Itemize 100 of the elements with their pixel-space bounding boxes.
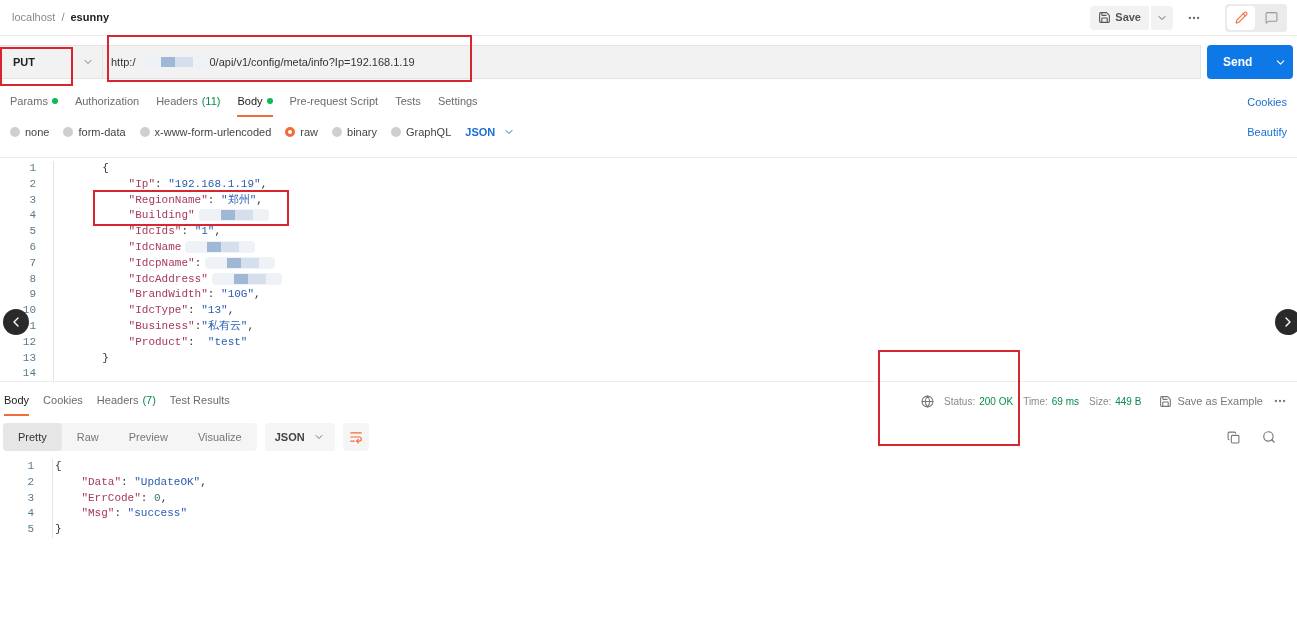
line-number: 2 bbox=[27, 475, 34, 488]
tab-label: Headers bbox=[96, 392, 139, 408]
code-punctuation: : bbox=[181, 224, 190, 240]
json-key: "IdcType" bbox=[128, 303, 189, 319]
code-punctuation: : bbox=[155, 176, 163, 192]
brace: } bbox=[55, 522, 62, 538]
body-type-radio[interactable]: binary bbox=[332, 123, 378, 141]
line-number: 3 bbox=[27, 491, 34, 504]
workspace-name[interactable]: localhost bbox=[12, 9, 56, 26]
code-punctuation: : bbox=[140, 490, 149, 506]
line-number: 14 bbox=[22, 367, 36, 380]
wrap-button[interactable] bbox=[342, 423, 369, 451]
cookies-link[interactable]: Cookies bbox=[1247, 93, 1287, 111]
code-punctuation: : bbox=[121, 474, 129, 490]
tab[interactable]: Pre-request Script bbox=[289, 86, 379, 118]
code-punctuation: , bbox=[247, 318, 255, 334]
body-type-radio[interactable]: GraphQL bbox=[391, 123, 452, 141]
tab-count: (11) bbox=[201, 93, 221, 109]
meta-value: 69 ms bbox=[1051, 394, 1079, 409]
code-punctuation: , bbox=[200, 474, 207, 490]
blurred-region bbox=[211, 271, 282, 286]
pencil-icon bbox=[1234, 11, 1248, 24]
format-dropdown[interactable]: JSON bbox=[465, 123, 516, 141]
blurred-region bbox=[205, 255, 276, 270]
line-number: 4 bbox=[29, 209, 36, 222]
tab[interactable]: Params bbox=[10, 86, 58, 118]
save-button[interactable]: Save bbox=[1090, 5, 1149, 30]
body-type-radio[interactable]: x-www-form-urlencoded bbox=[139, 123, 272, 141]
url-text: http:/ bbox=[111, 54, 136, 70]
view-mode-tab[interactable]: Preview bbox=[113, 423, 183, 451]
code-punctuation: , bbox=[254, 287, 261, 303]
code-punctuation: : bbox=[114, 506, 122, 522]
line-number: 5 bbox=[29, 225, 36, 238]
code-punctuation: : bbox=[207, 287, 216, 303]
view-mode-tab[interactable]: Visualize bbox=[182, 423, 257, 451]
code-punctuation: : bbox=[194, 318, 202, 334]
url-field[interactable]: http:/ 0/api/v1/config/meta/info?Ip=192.168.1.19 bbox=[103, 45, 1201, 79]
blurred-region bbox=[198, 208, 269, 223]
request-name: esunny bbox=[70, 10, 109, 26]
code-punctuation: : bbox=[188, 334, 196, 350]
body-type-radio[interactable]: none bbox=[10, 123, 50, 141]
tab[interactable]: Body bbox=[4, 385, 30, 417]
tab-label: Tests bbox=[395, 93, 421, 109]
format-dropdown[interactable]: JSON bbox=[264, 423, 335, 451]
tab[interactable]: Settings bbox=[437, 86, 478, 118]
tab-label: Test Results bbox=[169, 392, 230, 408]
json-key: "IdcName bbox=[128, 240, 182, 256]
body-type-radio[interactable]: raw bbox=[285, 123, 319, 141]
code-punctuation: , bbox=[260, 176, 268, 192]
tab-label: Params bbox=[10, 93, 48, 109]
meta-label: Size: bbox=[1089, 394, 1112, 409]
code-punctuation: : bbox=[194, 255, 202, 271]
globe-icon[interactable] bbox=[921, 394, 935, 408]
line-number: 1 bbox=[29, 162, 36, 174]
tab-count: (7) bbox=[142, 392, 156, 408]
tab[interactable]: Authorization bbox=[74, 86, 140, 118]
comment-icon bbox=[1264, 11, 1278, 24]
tab-label: Pre-request Script bbox=[289, 93, 379, 109]
meta-label: Time: bbox=[1023, 394, 1048, 409]
view-mode-tab[interactable]: Raw bbox=[61, 423, 114, 451]
meta-label: Status: bbox=[944, 394, 976, 409]
tab-label: Headers bbox=[156, 93, 198, 109]
breadcrumb-separator: / bbox=[61, 10, 65, 26]
next-button[interactable] bbox=[1275, 309, 1297, 335]
json-value: "私有云" bbox=[201, 318, 248, 334]
brace: { bbox=[102, 161, 109, 176]
json-value: "郑州" bbox=[221, 192, 257, 208]
json-key: "Ip" bbox=[128, 176, 155, 193]
send-button[interactable]: Send bbox=[1207, 45, 1293, 79]
edit-button[interactable] bbox=[1227, 5, 1255, 30]
tab[interactable]: Cookies bbox=[43, 385, 83, 417]
json-key: "IdcAddress" bbox=[128, 271, 208, 288]
copy-icon[interactable] bbox=[1227, 430, 1240, 444]
code-punctuation: : bbox=[207, 192, 216, 208]
line-number: 1 bbox=[29, 319, 36, 332]
tab-label: Authorization bbox=[74, 93, 140, 109]
line-number: 5 bbox=[27, 523, 34, 536]
line-number: 13 bbox=[22, 351, 36, 364]
line-number: 3 bbox=[29, 193, 36, 206]
method-select[interactable]: PUT bbox=[0, 45, 103, 79]
line-number: 1 bbox=[27, 460, 34, 472]
tab[interactable]: Headers (7) bbox=[96, 385, 156, 417]
code-punctuation: : bbox=[188, 303, 196, 319]
code-punctuation: , bbox=[214, 224, 222, 240]
brace: } bbox=[102, 350, 109, 366]
line-number: 9 bbox=[29, 288, 36, 301]
brace: { bbox=[55, 459, 62, 474]
json-key: "ErrCode" bbox=[81, 490, 141, 507]
body-type-radio[interactable]: form-data bbox=[63, 123, 126, 141]
tab[interactable]: Tests bbox=[395, 86, 421, 118]
tab[interactable]: Headers (11) bbox=[156, 86, 221, 118]
beautify-link[interactable]: Beautify bbox=[1247, 123, 1287, 141]
search-icon[interactable] bbox=[1262, 430, 1276, 444]
tab[interactable]: Body bbox=[237, 86, 273, 118]
meta-value: 449 B bbox=[1115, 394, 1142, 409]
tab[interactable]: Test Results bbox=[169, 385, 230, 417]
view-mode-tab[interactable]: Pretty bbox=[3, 423, 62, 451]
save-example-button[interactable]: Save as Example bbox=[1159, 392, 1263, 410]
line-number: 4 bbox=[27, 507, 34, 520]
json-value: "1" bbox=[194, 224, 215, 240]
